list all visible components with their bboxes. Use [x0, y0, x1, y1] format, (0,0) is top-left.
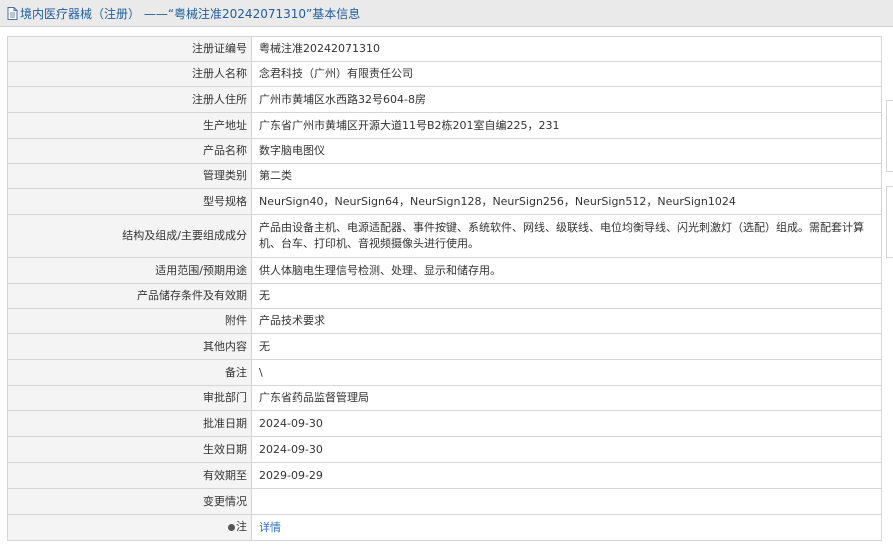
field-label: 注册人住所	[7, 86, 252, 113]
note-label: 注	[228, 519, 247, 535]
page-header: 境内医疗器械（注册） ——“粤械注准20242071310”基本信息	[0, 0, 893, 27]
document-icon	[7, 6, 18, 20]
field-label: 审批部门	[7, 385, 252, 411]
field-value: 念君科技（广州）有限责任公司	[251, 61, 882, 87]
field-value: 产品由设备主机、电源适配器、事件按键、系统软件、网线、级联线、电位均衡导线、闪光…	[251, 214, 882, 258]
field-label: 注册证编号	[7, 36, 252, 62]
field-value: NeurSign40，NeurSign64，NeurSign128，NeurSi…	[251, 188, 882, 215]
table-row: 生产地址 广东省广州市黄埔区开源大道11号B2栋201室自编225，231	[7, 112, 882, 139]
table-row: 附件 产品技术要求	[7, 308, 882, 334]
table-row: 生效日期 2024-09-30	[7, 436, 882, 463]
field-label: 适用范围/预期用途	[7, 257, 252, 284]
field-label: 其他内容	[7, 333, 252, 360]
field-value: 广东省广州市黄埔区开源大道11号B2栋201室自编225，231	[251, 112, 882, 139]
field-value: 无	[251, 333, 882, 360]
info-table-wrapper: 注册证编号 粤械注准20242071310 注册人名称 念君科技（广州）有限责任…	[7, 36, 882, 541]
field-value: 粤械注准20242071310	[251, 36, 882, 62]
field-label: 附件	[7, 308, 252, 334]
field-label: 备注	[7, 359, 252, 386]
field-value: 广东省药品监督管理局	[251, 385, 882, 411]
table-row: 其他内容 无	[7, 333, 882, 360]
field-label: 有效期至	[7, 462, 252, 489]
field-value: 供人体脑电生理信号检测、处理、显示和储存用。	[251, 257, 882, 284]
table-row-note: 注 详情	[7, 514, 882, 541]
field-value: 2029-09-29	[251, 462, 882, 489]
details-link[interactable]: 详情	[259, 521, 281, 534]
side-panel-edge	[886, 186, 893, 258]
field-value: 产品技术要求	[251, 308, 882, 334]
note-label-cell: 注	[7, 514, 252, 541]
field-label: 产品储存条件及有效期	[7, 283, 252, 309]
side-panel-edge	[886, 100, 893, 172]
field-value: 数字脑电图仪	[251, 138, 882, 164]
field-label: 产品名称	[7, 138, 252, 164]
note-value-cell: 详情	[251, 514, 882, 541]
field-label: 生产地址	[7, 112, 252, 139]
field-label: 管理类别	[7, 163, 252, 189]
table-row: 注册人住所 广州市黄埔区水西路32号604-8房	[7, 86, 882, 113]
field-value	[251, 488, 882, 515]
field-value: 第二类	[251, 163, 882, 189]
field-value: 广州市黄埔区水西路32号604-8房	[251, 86, 882, 113]
field-label: 型号规格	[7, 188, 252, 215]
table-row: 型号规格 NeurSign40，NeurSign64，NeurSign128，N…	[7, 188, 882, 215]
table-row: 注册证编号 粤械注准20242071310	[7, 36, 882, 62]
field-value: 2024-09-30	[251, 436, 882, 463]
field-label: 注册人名称	[7, 61, 252, 87]
table-row: 有效期至 2029-09-29	[7, 462, 882, 489]
field-label: 结构及组成/主要组成成分	[7, 214, 252, 258]
table-row: 审批部门 广东省药品监督管理局	[7, 385, 882, 411]
field-label: 生效日期	[7, 436, 252, 463]
table-row: 适用范围/预期用途 供人体脑电生理信号检测、处理、显示和储存用。	[7, 257, 882, 284]
note-label-text: 注	[236, 520, 247, 534]
table-row: 批准日期 2024-09-30	[7, 410, 882, 437]
table-row: 变更情况	[7, 488, 882, 515]
field-value: 2024-09-30	[251, 410, 882, 437]
table-row: 管理类别 第二类	[7, 163, 882, 189]
dot-icon	[228, 523, 235, 531]
field-value: \	[251, 359, 882, 386]
field-label: 批准日期	[7, 410, 252, 437]
table-row: 结构及组成/主要组成成分 产品由设备主机、电源适配器、事件按键、系统软件、网线、…	[7, 214, 882, 258]
field-label: 变更情况	[7, 488, 252, 515]
table-row: 产品储存条件及有效期 无	[7, 283, 882, 309]
page-title: 境内医疗器械（注册） ——“粤械注准20242071310”基本信息	[20, 6, 361, 21]
info-table: 注册证编号 粤械注准20242071310 注册人名称 念君科技（广州）有限责任…	[7, 36, 882, 541]
table-row: 产品名称 数字脑电图仪	[7, 138, 882, 164]
field-value: 无	[251, 283, 882, 309]
table-row: 注册人名称 念君科技（广州）有限责任公司	[7, 61, 882, 87]
table-row: 备注 \	[7, 359, 882, 386]
